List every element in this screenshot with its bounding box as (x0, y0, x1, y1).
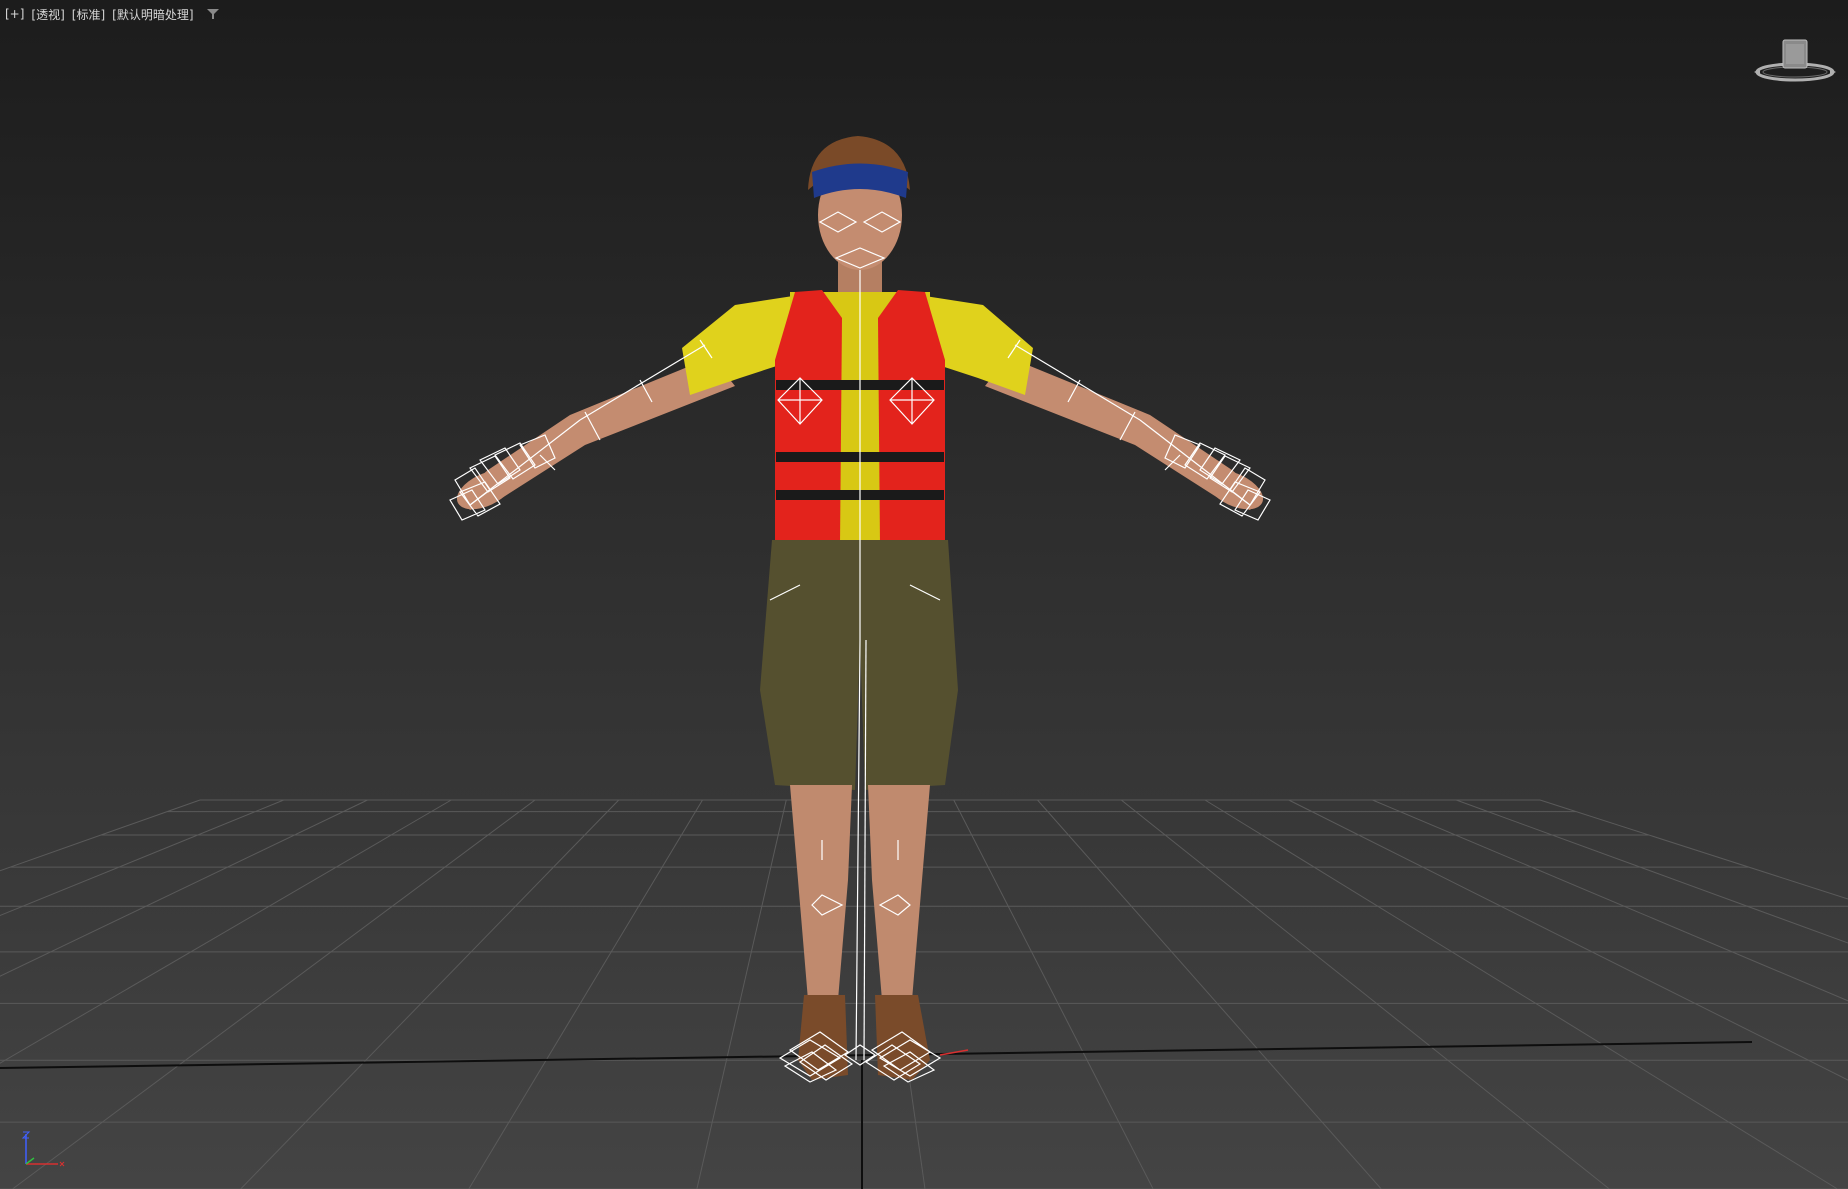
grid-line (1204, 799, 1838, 1189)
grid-line (1372, 799, 1848, 1002)
grid-line (468, 799, 703, 1189)
grid-line (1288, 799, 1848, 1081)
grid-line (1539, 799, 1848, 900)
grid-line (696, 799, 787, 1189)
right-shoe (875, 995, 930, 1080)
axis-tripod-icon (21, 1131, 65, 1167)
grid-line (1037, 799, 1382, 1189)
left-leg (790, 785, 852, 1000)
grid-line (240, 799, 620, 1189)
life-vest-left (775, 290, 842, 545)
perspective-viewport[interactable]: [+] [透视] [标准] [默认明暗处理] (0, 0, 1848, 1189)
grid-line (953, 799, 1154, 1189)
grid-line (12, 799, 536, 1189)
grid-line (1456, 799, 1848, 944)
ground-grid (0, 799, 1848, 1189)
viewcube-icon[interactable] (1750, 34, 1840, 90)
scene-canvas[interactable] (0, 0, 1848, 1189)
grid-line (1120, 799, 1610, 1189)
right-leg (868, 785, 930, 1000)
